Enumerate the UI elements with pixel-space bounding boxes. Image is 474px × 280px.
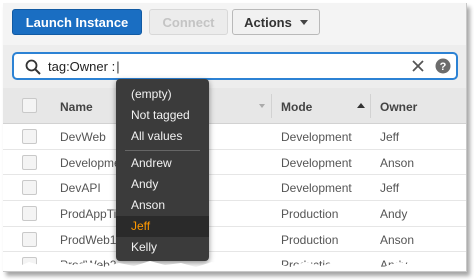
dropdown-item-andy[interactable]: Andy — [116, 174, 209, 195]
table-row[interactable]: ProdAppTier Production Andy — [3, 201, 466, 227]
instances-table: Name Mode Owner DevWeb Development Jeff … — [3, 88, 466, 271]
cell-mode: Development — [281, 155, 352, 170]
row-checkbox[interactable] — [22, 154, 37, 170]
cell-owner: Jeff — [380, 130, 400, 144]
cell-name: Development — [60, 155, 120, 170]
table-row[interactable]: Development Development Anson — [3, 149, 466, 176]
row-checkbox[interactable] — [22, 129, 37, 144]
search-input[interactable]: tag:Owner : ? — [12, 52, 458, 80]
cell-owner: Jeff — [380, 181, 400, 196]
row-checkbox[interactable] — [22, 180, 37, 196]
cell-name: DevAPI — [60, 181, 101, 196]
connect-label: Connect — [162, 14, 215, 30]
dropdown-item-andrew[interactable]: Andrew — [116, 153, 209, 174]
dropdown-item-all-values[interactable]: All values — [116, 126, 209, 147]
cell-owner: Andy — [380, 207, 408, 222]
ec2-console-panel: Launch Instance Connect Actions tag:Owne… — [3, 3, 467, 272]
cell-mode: Development — [281, 130, 352, 144]
table-header: Name Mode Owner — [3, 88, 466, 124]
torn-edge — [3, 261, 466, 271]
dropdown-divider — [125, 150, 200, 151]
actions-button[interactable]: Actions — [232, 9, 320, 35]
connect-button[interactable]: Connect — [149, 9, 228, 35]
search-value: tag:Owner : — [48, 59, 120, 74]
cell-owner: Anson — [380, 155, 415, 170]
cell-mode: Development — [281, 181, 352, 196]
column-header-owner[interactable]: Owner — [380, 100, 417, 114]
dropdown-item-kelly[interactable]: Kelly — [116, 237, 209, 258]
sort-ascending-icon[interactable] — [357, 103, 365, 108]
clear-icon[interactable] — [411, 59, 425, 73]
dropdown-item-not-tagged[interactable]: Not tagged — [116, 105, 209, 126]
column-divider — [271, 94, 272, 118]
cell-mode: Production — [281, 232, 339, 247]
row-checkbox[interactable] — [22, 206, 37, 222]
actions-label: Actions — [244, 14, 292, 30]
row-checkbox[interactable] — [22, 231, 37, 247]
column-divider — [370, 94, 371, 118]
svg-text:?: ? — [440, 61, 447, 73]
dropdown-item-empty[interactable]: (empty) — [116, 84, 209, 105]
cell-mode: Production — [281, 207, 339, 222]
table-row[interactable]: DevAPI Development Jeff — [3, 175, 466, 202]
sort-icon[interactable] — [259, 104, 265, 108]
search-bar: tag:Owner : ? — [3, 45, 466, 88]
cell-owner: Anson — [380, 232, 415, 247]
chevron-down-icon — [299, 19, 308, 25]
toolbar: Launch Instance Connect Actions — [3, 3, 466, 45]
select-all-checkbox[interactable] — [22, 98, 37, 113]
cell-name: DevWeb — [60, 130, 106, 144]
launch-instance-label: Launch Instance — [25, 14, 129, 30]
table-row[interactable]: ProdWeb1 Production Anson — [3, 226, 466, 253]
dropdown-item-jeff[interactable]: Jeff — [116, 216, 209, 237]
launch-instance-button[interactable]: Launch Instance — [12, 9, 142, 35]
dropdown-item-anson[interactable]: Anson — [116, 195, 209, 216]
table-row[interactable]: DevWeb Development Jeff — [3, 124, 466, 150]
column-header-mode[interactable]: Mode — [281, 100, 312, 114]
column-header-name[interactable]: Name — [60, 100, 120, 114]
help-icon[interactable]: ? — [435, 58, 451, 74]
cell-name: ProdWeb1 — [60, 232, 117, 247]
search-icon — [25, 59, 41, 75]
cell-name: ProdAppTier — [60, 207, 120, 222]
tag-value-dropdown: (empty) Not tagged All values Andrew And… — [116, 79, 209, 261]
